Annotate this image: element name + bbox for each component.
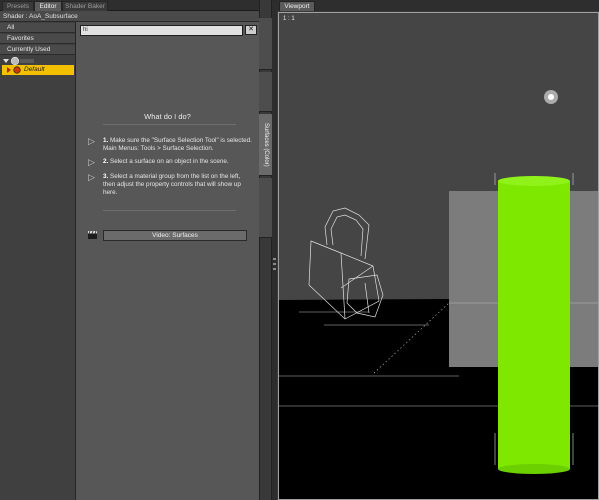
clapperboard-icon: [88, 231, 97, 239]
viewport-3d[interactable]: [278, 12, 599, 500]
pane-divider[interactable]: [272, 0, 277, 500]
help-title: What do I do?: [144, 112, 191, 121]
viewport-tab-bar: [277, 0, 599, 11]
editor-area: [76, 22, 259, 500]
green-cylinder: [498, 181, 570, 469]
viewport-zoom-label: 1 : 1: [283, 16, 295, 22]
video-surfaces-button[interactable]: Video: Surfaces: [103, 230, 247, 241]
divider-grip-2: [273, 263, 276, 265]
side-tab-a[interactable]: [259, 18, 272, 70]
cylinder-bottom: [498, 464, 570, 474]
help-step-1: 1. Make sure the "Surface Selection Tool…: [103, 137, 252, 152]
tab-shader-baker[interactable]: Shader Baker: [62, 1, 108, 11]
side-tab-c[interactable]: [259, 178, 272, 238]
tree-item-label: Default: [24, 66, 45, 73]
step-3-arrow-icon: ▷: [88, 172, 95, 182]
step-2-arrow-icon: ▷: [88, 157, 95, 167]
filter-favorites[interactable]: Favorites: [0, 34, 75, 44]
divider-bottom: [103, 210, 236, 211]
step-1-arrow-icon: ▷: [88, 136, 95, 146]
divider-grip-1: [273, 258, 276, 260]
shader-name-label: Shader : AoA_Subsurface: [0, 11, 260, 22]
viewport-scene: [279, 90, 598, 499]
filter-all[interactable]: All: [0, 23, 75, 33]
tab-presets[interactable]: Presets: [2, 1, 34, 11]
tab-viewport[interactable]: Viewport: [279, 1, 315, 11]
material-icon: [7, 66, 21, 74]
divider-grip-3: [273, 268, 276, 270]
filter-list: [0, 22, 76, 500]
panel-tab-bar: Presets Editor Shader Baker: [0, 0, 260, 11]
clear-search-icon[interactable]: ✕: [245, 25, 257, 35]
cylinder-top: [498, 176, 570, 186]
tree-item-default[interactable]: Default: [2, 65, 74, 75]
filter-currently-used[interactable]: Currently Used: [0, 45, 75, 55]
help-step-3: 3. Select a material group from the list…: [103, 173, 241, 196]
scene-light-core: [548, 94, 554, 100]
tab-editor[interactable]: Editor: [34, 1, 62, 11]
help-step-2: 2. Select a surface on an object in the …: [103, 158, 229, 165]
side-tab-surfaces[interactable]: Surfaces (Color): [259, 114, 272, 176]
search-input[interactable]: hi: [80, 25, 243, 36]
divider-top: [103, 124, 236, 125]
side-tab-b[interactable]: [259, 72, 272, 112]
